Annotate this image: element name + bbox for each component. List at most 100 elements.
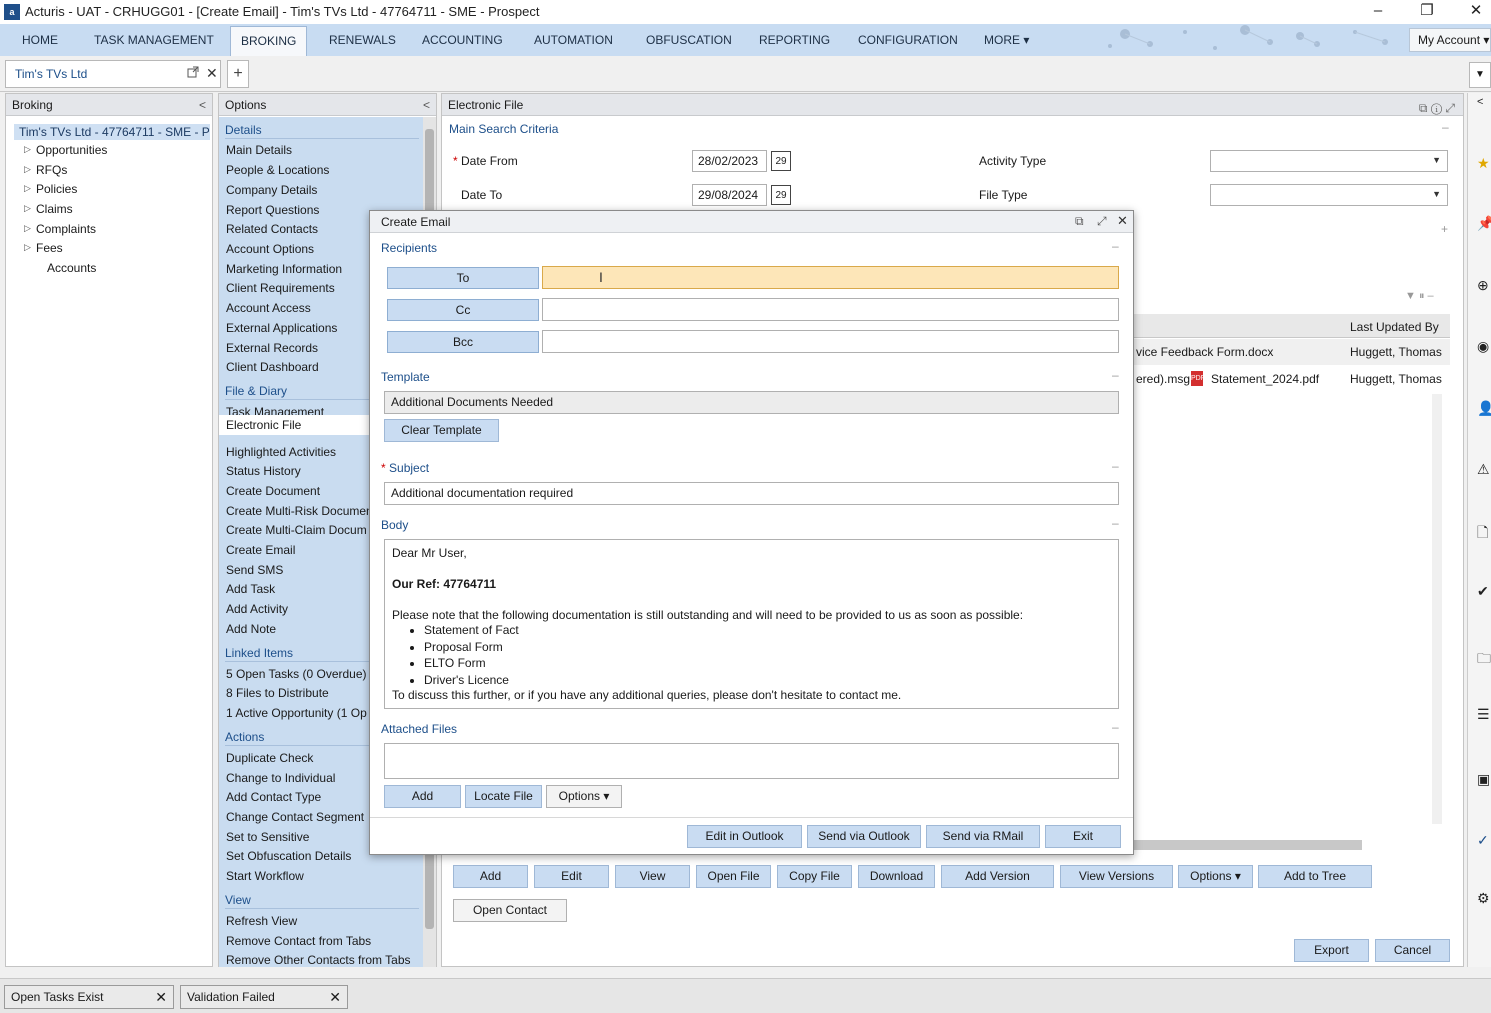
action-start-workflow[interactable]: Start Workflow bbox=[226, 869, 304, 883]
contact-tab[interactable]: Tim's TVs Ltd ✕ bbox=[5, 60, 221, 88]
expand-icon[interactable]: ⤢ bbox=[1445, 101, 1455, 115]
collapse-icon[interactable]: – bbox=[1112, 516, 1119, 530]
calendar-icon[interactable]: 29 bbox=[771, 185, 791, 205]
grid-hscroll[interactable] bbox=[1132, 840, 1362, 850]
notes-icon[interactable]: ☰ bbox=[1477, 706, 1490, 723]
restore-button[interactable]: ❐ bbox=[1404, 0, 1450, 24]
nav-task-management[interactable]: TASK MANAGEMENT bbox=[94, 24, 214, 56]
popout-icon[interactable]: ⧉ bbox=[1419, 101, 1428, 115]
option-external-applications[interactable]: External Applications bbox=[226, 321, 337, 335]
option-add-activity[interactable]: Add Activity bbox=[226, 602, 288, 616]
option-create-multi-risk[interactable]: Create Multi-Risk Documen bbox=[226, 504, 373, 518]
option-send-sms[interactable]: Send SMS bbox=[226, 563, 283, 577]
nav-configuration[interactable]: CONFIGURATION bbox=[858, 24, 958, 56]
close-icon[interactable]: ✕ bbox=[155, 986, 167, 1008]
view-refresh[interactable]: Refresh View bbox=[226, 914, 297, 928]
collapse-left-icon[interactable]: < bbox=[423, 94, 430, 116]
linked-active-opportunity[interactable]: 1 Active Opportunity (1 Op bbox=[226, 706, 367, 720]
collapse-icon[interactable]: – bbox=[1112, 720, 1119, 734]
tree-item-accounts[interactable]: Accounts bbox=[47, 261, 96, 275]
option-account-access[interactable]: Account Access bbox=[226, 301, 311, 315]
option-account-options[interactable]: Account Options bbox=[226, 242, 314, 256]
tree-root[interactable]: Tim's TVs Ltd - 47764711 - SME - Pr bbox=[14, 124, 210, 140]
date-from-input[interactable]: 28/02/2023 bbox=[692, 150, 767, 172]
collapse-icon[interactable]: – bbox=[1112, 239, 1119, 253]
cancel-button[interactable]: Cancel bbox=[1375, 939, 1450, 962]
action-set-to-sensitive[interactable]: Set to Sensitive bbox=[226, 830, 309, 844]
action-add-contact-type[interactable]: Add Contact Type bbox=[226, 790, 321, 804]
linked-open-tasks[interactable]: 5 Open Tasks (0 Overdue) bbox=[226, 667, 367, 681]
option-marketing-information[interactable]: Marketing Information bbox=[226, 262, 342, 276]
send-via-outlook-button[interactable]: Send via Outlook bbox=[807, 825, 921, 848]
add-tab-button[interactable]: + bbox=[227, 60, 249, 88]
chevron-down-icon[interactable]: ▼ bbox=[1469, 62, 1491, 88]
option-add-note[interactable]: Add Note bbox=[226, 622, 276, 636]
settings-icon[interactable]: ⚙ bbox=[1477, 890, 1490, 907]
bcc-input[interactable] bbox=[542, 330, 1119, 353]
cc-input[interactable] bbox=[542, 298, 1119, 321]
open-file-button[interactable]: Open File bbox=[696, 865, 771, 888]
action-change-to-individual[interactable]: Change to Individual bbox=[226, 771, 335, 785]
add-button[interactable]: Add bbox=[453, 865, 528, 888]
my-account-button[interactable]: My Account ▾ bbox=[1409, 28, 1491, 52]
activity-type-select[interactable]: ▼ bbox=[1210, 150, 1448, 172]
popout-icon[interactable]: ⧉ bbox=[1075, 214, 1084, 229]
option-client-dashboard[interactable]: Client Dashboard bbox=[226, 360, 319, 374]
pin-icon[interactable]: 📌 bbox=[1477, 215, 1491, 232]
option-people-locations[interactable]: People & Locations bbox=[226, 163, 329, 177]
folder-icon[interactable]: 🗀 bbox=[1477, 648, 1491, 672]
nav-accounting[interactable]: ACCOUNTING bbox=[422, 24, 503, 56]
bcc-button[interactable]: Bcc bbox=[387, 331, 539, 353]
add-to-tree-button[interactable]: Add to Tree bbox=[1258, 865, 1372, 888]
option-main-details[interactable]: Main Details bbox=[226, 143, 292, 157]
open-contact-button[interactable]: Open Contact bbox=[453, 899, 567, 922]
table-row[interactable]: ered).msg; PDF Statement_2024.pdf Hugget… bbox=[1132, 366, 1450, 392]
locate-file-button[interactable]: Locate File bbox=[465, 785, 542, 808]
option-report-questions[interactable]: Report Questions bbox=[226, 203, 319, 217]
option-create-multi-claim[interactable]: Create Multi-Claim Docum bbox=[226, 523, 367, 537]
check-circle-icon[interactable]: ✔ bbox=[1477, 583, 1489, 600]
nav-renewals[interactable]: RENEWALS bbox=[329, 24, 396, 56]
attached-files-list[interactable] bbox=[384, 743, 1119, 779]
action-set-obfuscation[interactable]: Set Obfuscation Details bbox=[226, 849, 351, 863]
options-button[interactable]: Options ▾ bbox=[1178, 865, 1253, 888]
download-button[interactable]: Download bbox=[858, 865, 935, 888]
option-related-contacts[interactable]: Related Contacts bbox=[226, 222, 318, 236]
to-input[interactable]: I bbox=[542, 266, 1119, 289]
view-versions-button[interactable]: View Versions bbox=[1060, 865, 1173, 888]
table-row[interactable]: vice Feedback Form.docx Huggett, Thomas bbox=[1132, 339, 1450, 365]
collapse-left-icon[interactable]: < bbox=[199, 94, 206, 116]
contact-card-icon[interactable]: ▣ bbox=[1477, 771, 1490, 788]
close-icon[interactable]: ✕ bbox=[1117, 213, 1128, 229]
nav-obfuscation[interactable]: OBFUSCATION bbox=[646, 24, 732, 56]
nav-home[interactable]: HOME bbox=[22, 24, 58, 56]
collapse-icon[interactable]: – bbox=[1112, 368, 1119, 382]
globe-icon[interactable]: ◉ bbox=[1477, 338, 1489, 355]
nav-more[interactable]: MORE ▾ bbox=[984, 24, 1029, 56]
view-button[interactable]: View bbox=[615, 865, 690, 888]
add-circle-icon[interactable]: ⊕ bbox=[1477, 277, 1489, 294]
option-add-task[interactable]: Add Task bbox=[226, 582, 275, 596]
subject-input[interactable]: Additional documentation required bbox=[384, 482, 1119, 505]
body-editor[interactable]: Dear Mr User, Our Ref: 47764711 Please n… bbox=[384, 539, 1119, 709]
expand-plus-icon[interactable]: + bbox=[1441, 222, 1448, 236]
tree-item-claims[interactable]: ▷ Claims bbox=[24, 202, 73, 216]
option-external-records[interactable]: External Records bbox=[226, 341, 318, 355]
nav-automation[interactable]: AUTOMATION bbox=[534, 24, 613, 56]
option-create-document[interactable]: Create Document bbox=[226, 484, 320, 498]
minimize-button[interactable]: – bbox=[1355, 0, 1401, 24]
copy-file-button[interactable]: Copy File bbox=[777, 865, 852, 888]
cc-button[interactable]: Cc bbox=[387, 299, 539, 321]
nav-broking[interactable]: BROKING bbox=[230, 26, 308, 56]
collapse-icon[interactable]: – bbox=[1112, 459, 1119, 473]
calendar-icon[interactable]: 29 bbox=[771, 151, 791, 171]
linked-files-to-distribute[interactable]: 8 Files to Distribute bbox=[226, 686, 329, 700]
nav-reporting[interactable]: REPORTING bbox=[759, 24, 830, 56]
option-highlighted-activities[interactable]: Highlighted Activities bbox=[226, 445, 336, 459]
collapse-icon[interactable]: – bbox=[1442, 120, 1449, 134]
option-company-details[interactable]: Company Details bbox=[226, 183, 317, 197]
grid-vscroll[interactable] bbox=[1432, 394, 1442, 824]
attachment-options-button[interactable]: Options ▾ bbox=[546, 785, 622, 808]
option-client-requirements[interactable]: Client Requirements bbox=[226, 281, 335, 295]
filter-icon[interactable]: ▼ ⏸ – bbox=[1405, 290, 1434, 303]
